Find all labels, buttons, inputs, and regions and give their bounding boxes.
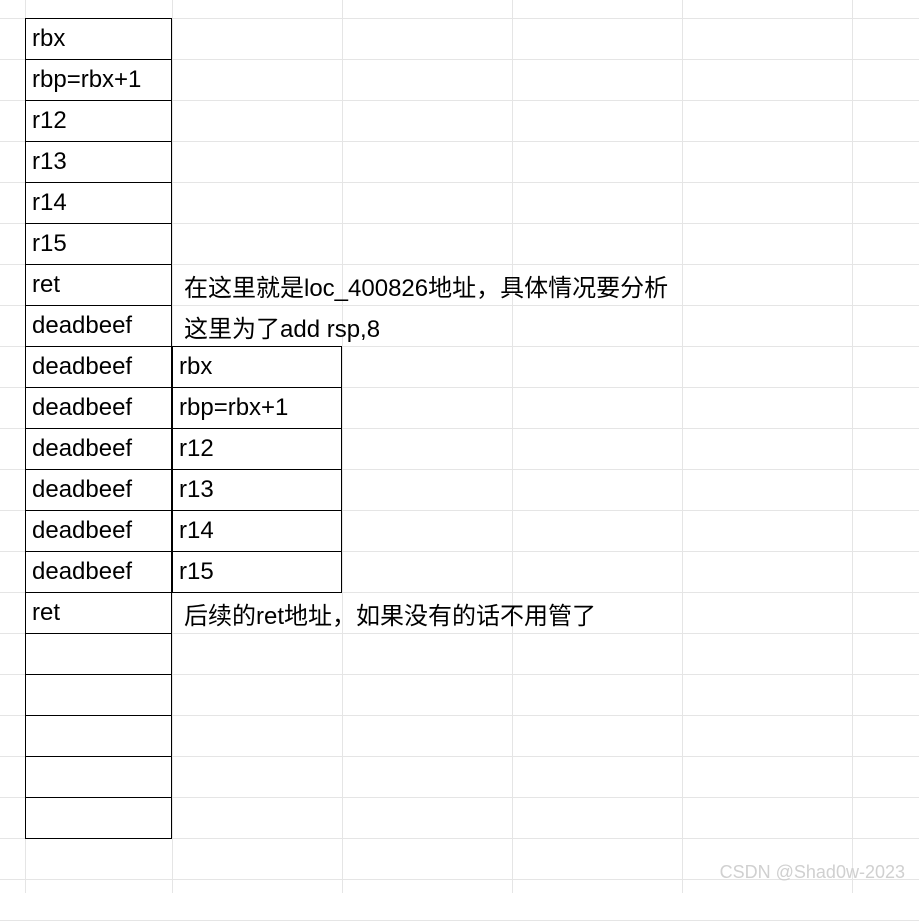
- col-b-cell[interactable]: r15: [172, 551, 342, 593]
- col-a-cell[interactable]: rbp=rbx+1: [25, 59, 172, 101]
- col-a-cell[interactable]: r14: [25, 182, 172, 224]
- row-note[interactable]: 在这里就是loc_400826地址，具体情况要分析: [178, 264, 674, 306]
- spreadsheet: rbxrbp=rbx+1r12r13r14r15ret在这里就是loc_4008…: [0, 0, 919, 893]
- col-a-cell[interactable]: r12: [25, 100, 172, 142]
- col-a-cell[interactable]: [25, 633, 172, 675]
- row-note[interactable]: 后续的ret地址，如果没有的话不用管了: [178, 592, 602, 634]
- col-a-cell[interactable]: deadbeef: [25, 428, 172, 470]
- col-a-cell[interactable]: ret: [25, 592, 172, 634]
- col-a-cell[interactable]: ret: [25, 264, 172, 306]
- col-a-cell[interactable]: r15: [25, 223, 172, 265]
- col-a-cell[interactable]: [25, 756, 172, 798]
- col-a-cell[interactable]: deadbeef: [25, 510, 172, 552]
- col-a-cell[interactable]: rbx: [25, 18, 172, 60]
- watermark: CSDN @Shad0w-2023: [720, 862, 905, 883]
- col-a-cell[interactable]: deadbeef: [25, 305, 172, 347]
- col-a-cell[interactable]: deadbeef: [25, 387, 172, 429]
- col-a-cell[interactable]: [25, 715, 172, 757]
- col-b-cell[interactable]: r14: [172, 510, 342, 552]
- col-a-cell[interactable]: deadbeef: [25, 469, 172, 511]
- col-b-cell[interactable]: rbx: [172, 346, 342, 388]
- col-a-cell[interactable]: [25, 674, 172, 716]
- col-b-cell[interactable]: r12: [172, 428, 342, 470]
- row-note[interactable]: 这里为了add rsp,8: [178, 305, 386, 347]
- col-a-cell[interactable]: deadbeef: [25, 346, 172, 388]
- col-a-cell[interactable]: [25, 797, 172, 839]
- col-a-cell[interactable]: r13: [25, 141, 172, 183]
- col-a-cell[interactable]: deadbeef: [25, 551, 172, 593]
- col-b-cell[interactable]: rbp=rbx+1: [172, 387, 342, 429]
- col-b-cell[interactable]: r13: [172, 469, 342, 511]
